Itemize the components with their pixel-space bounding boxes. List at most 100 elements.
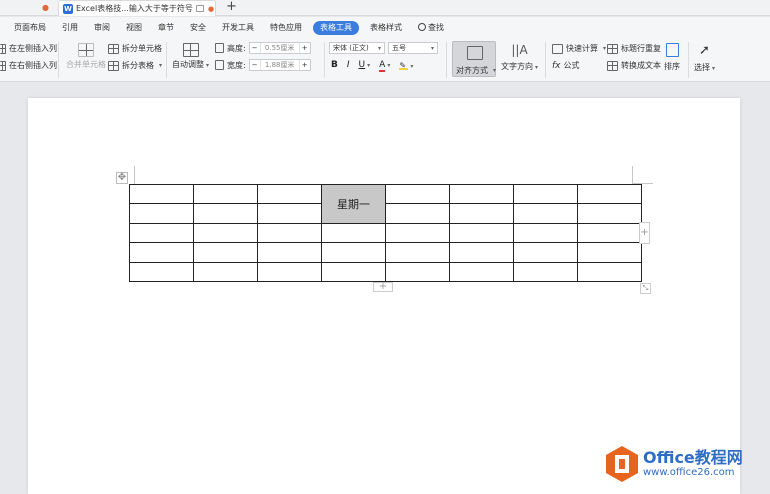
column-width-value[interactable]: 1.88厘米 [259, 60, 300, 70]
table-cell[interactable] [129, 261, 194, 282]
tab-close-icon[interactable]: ● [207, 5, 215, 13]
split-cells-button[interactable]: 拆分单元格 [108, 43, 162, 54]
row-height-value[interactable]: 0.55厘米 [259, 43, 300, 53]
menu-page-layout[interactable]: 页面布局 [0, 21, 54, 35]
table-cell[interactable] [513, 183, 578, 205]
table-cell[interactable] [577, 261, 642, 282]
table-cell[interactable] [513, 203, 578, 224]
table-cell[interactable] [513, 261, 578, 282]
menu-special-apps[interactable]: 特色应用 [262, 21, 310, 35]
bold-button[interactable]: B [331, 60, 338, 70]
table-cell[interactable] [193, 203, 258, 224]
alignment-button[interactable]: 对齐方式 ▾ [452, 41, 496, 77]
document-table[interactable]: 星期一 [129, 183, 642, 282]
table-cell[interactable] [449, 222, 514, 244]
font-size-select[interactable]: 五号 ▾ [388, 42, 438, 54]
table-resize-handle-icon[interactable]: ⤡ [640, 283, 651, 294]
table-cell[interactable] [449, 203, 514, 224]
table-cell[interactable] [257, 261, 322, 282]
search-button[interactable]: 查找 [410, 21, 452, 35]
table-cell[interactable] [513, 242, 578, 263]
table-cell[interactable] [385, 242, 450, 263]
underline-button[interactable]: U ▾ [359, 60, 371, 70]
increase-width-button[interactable]: + [300, 61, 310, 69]
insert-left-label: 在左侧插入列 [9, 44, 57, 53]
watermark-text: Office教程网 www.office26.com [643, 449, 743, 479]
menu-review[interactable]: 审阅 [86, 21, 118, 35]
column-width-stepper[interactable]: − 1.88厘米 + [248, 59, 311, 71]
formula-button[interactable]: fx 公式 [552, 60, 580, 71]
sort-button[interactable]: 排序 [664, 43, 680, 72]
alignment-label-wrap: 对齐方式 ▾ [456, 65, 496, 76]
table-cell[interactable] [577, 183, 642, 205]
convert-to-text-button[interactable]: 转换成文本 [607, 60, 661, 71]
table-cell[interactable] [129, 203, 194, 224]
font-color-button[interactable]: A ▾ [379, 60, 390, 72]
alignment-icon [467, 46, 483, 60]
increase-height-button[interactable]: + [300, 44, 310, 52]
menu-section[interactable]: 章节 [150, 21, 182, 35]
new-tab-button[interactable]: + [226, 0, 237, 14]
table-cell[interactable] [449, 261, 514, 282]
menu-references[interactable]: 引用 [54, 21, 86, 35]
table-cell[interactable] [193, 242, 258, 263]
decrease-width-button[interactable]: − [250, 61, 260, 69]
table-cell[interactable] [449, 242, 514, 263]
table-cell[interactable] [257, 222, 322, 244]
table-cell[interactable] [321, 222, 386, 244]
table-cell[interactable] [577, 242, 642, 263]
table-cell[interactable] [257, 203, 322, 224]
repeat-header-button[interactable]: 标题行重复 [607, 43, 661, 54]
menu-table-tools[interactable]: 表格工具 [313, 20, 359, 35]
table-cell[interactable] [257, 183, 322, 205]
table-cell[interactable] [193, 261, 258, 282]
format-buttons: B I U ▾ A ▾ ✎ ▾ [331, 60, 413, 72]
chevron-down-icon: ▾ [410, 62, 414, 70]
table-cell[interactable] [385, 261, 450, 282]
merge-cells-button[interactable]: 合并单元格 [66, 43, 106, 70]
table-cell[interactable] [385, 183, 450, 205]
menu-developer[interactable]: 开发工具 [214, 21, 262, 35]
italic-button[interactable]: I [347, 60, 350, 70]
decrease-height-button[interactable]: − [250, 44, 260, 52]
menu-security[interactable]: 安全 [182, 21, 214, 35]
table-cell[interactable] [577, 222, 642, 244]
table-cell[interactable] [449, 183, 514, 205]
text-direction-button[interactable]: ||A 文字方向 ▾ [501, 43, 538, 72]
table-cell[interactable] [577, 203, 642, 224]
document-page[interactable] [28, 98, 740, 494]
formula-icon: fx [552, 60, 561, 71]
table-cell[interactable] [193, 222, 258, 244]
select-button[interactable]: ➚ 选择 ▾ [694, 43, 715, 73]
split-table-button[interactable]: 拆分表格 ▾ [108, 60, 162, 71]
document-tab[interactable]: W Excel表格技...输入大于等于符号 ● [58, 0, 216, 16]
table-row: 星期一 [129, 183, 642, 224]
merged-cell[interactable]: 星期一 [321, 184, 386, 224]
table-cell[interactable] [129, 242, 194, 263]
table-cell[interactable] [193, 183, 258, 205]
row-height-stepper[interactable]: − 0.55厘米 + [248, 42, 311, 54]
table-cell[interactable] [321, 242, 386, 263]
table-move-handle-icon[interactable]: ✥ [116, 172, 128, 184]
insert-left-column-button[interactable]: 在左侧插入列 [0, 43, 57, 54]
table-cell[interactable] [385, 203, 450, 224]
highlight-button[interactable]: ✎ ▾ [399, 61, 413, 70]
menu-table-style[interactable]: 表格样式 [362, 21, 410, 35]
table-cell[interactable] [129, 222, 194, 244]
highlight-icon: ✎ [399, 61, 409, 70]
ribbon-divider [324, 42, 325, 78]
menu-view[interactable]: 视图 [118, 21, 150, 35]
quick-calc-button[interactable]: 快速计算 ▾ [552, 43, 606, 54]
insert-right-column-button[interactable]: 在右侧插入列 [0, 60, 57, 71]
auto-fit-button[interactable]: 自动调整 ▾ [172, 43, 209, 70]
font-name-select[interactable]: 宋体 (正文) ▾ [329, 42, 385, 54]
table-cell[interactable] [385, 222, 450, 244]
tab-window-icon[interactable] [196, 5, 204, 12]
add-column-button[interactable]: + [639, 222, 650, 244]
table-cell[interactable] [129, 183, 194, 205]
alignment-label: 对齐方式 [456, 66, 488, 75]
table-cell[interactable] [321, 261, 386, 282]
add-row-button[interactable]: + [373, 282, 393, 292]
table-cell[interactable] [257, 242, 322, 263]
table-cell[interactable] [513, 222, 578, 244]
